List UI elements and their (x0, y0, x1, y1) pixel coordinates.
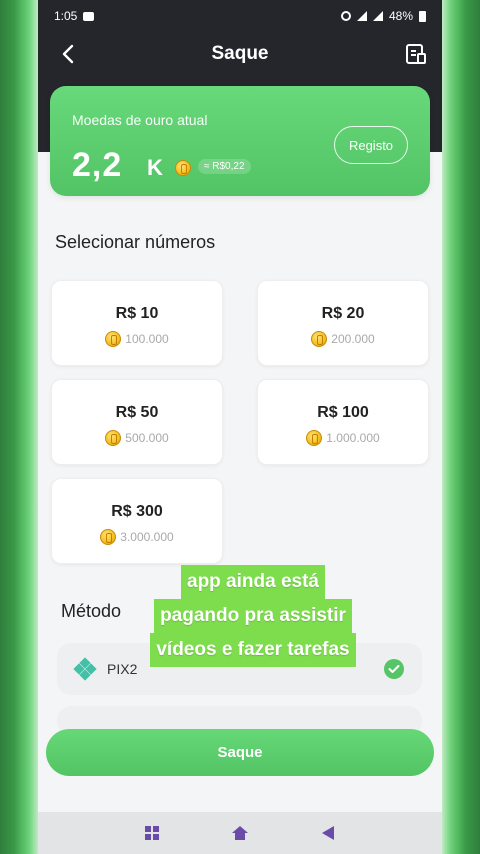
battery-icon (419, 10, 426, 22)
back-button[interactable] (54, 40, 82, 68)
option-coins: 200.000 (258, 331, 428, 347)
registo-label: Registo (348, 137, 394, 153)
saque-button[interactable]: Saque (46, 729, 434, 776)
nav-bar: Saque (38, 32, 442, 76)
option-r10[interactable]: R$ 10 100.000 (51, 280, 223, 366)
back-arrow-icon (62, 44, 74, 64)
caption-line: vídeos e fazer tarefas (150, 633, 356, 667)
caption-line: pagando pra assistir (154, 599, 352, 633)
home-icon (232, 826, 248, 840)
phone-screen: 1:05 48% Saque Moedas de ouro atual 2,2 … (38, 0, 442, 854)
option-coins: 100.000 (52, 331, 222, 347)
coin-icon (175, 160, 191, 176)
home-button[interactable] (228, 821, 252, 845)
document-icon (406, 44, 426, 64)
grid-icon (145, 826, 159, 840)
select-amount-title: Selecionar números (55, 232, 216, 252)
balance-label: Moedas de ouro atual (72, 112, 208, 128)
option-price: R$ 20 (321, 305, 365, 322)
option-r300[interactable]: R$ 300 3.000.000 (51, 478, 223, 564)
status-right: 48% (340, 9, 426, 23)
option-coins-value: 500.000 (125, 431, 169, 445)
back-nav-button[interactable] (316, 821, 340, 845)
status-time: 1:05 (54, 9, 78, 23)
saque-button-label: Saque (217, 744, 263, 761)
records-button[interactable] (402, 40, 430, 68)
balance-approx: ≈ R$0,22 (198, 159, 251, 174)
recent-apps-button[interactable] (140, 821, 164, 845)
balance-card: Moedas de ouro atual 2,2 K ≈ R$0,22 Regi… (50, 86, 430, 196)
balance-unit: K (147, 155, 163, 180)
battery-percent: 48% (388, 9, 413, 23)
option-coins: 3.000.000 (52, 529, 222, 545)
option-price: R$ 100 (317, 404, 369, 421)
registo-button[interactable]: Registo (334, 126, 408, 164)
coin-icon (105, 331, 122, 347)
coin-icon (306, 430, 323, 446)
system-nav-bar (38, 812, 442, 854)
option-coins-value: 200.000 (331, 332, 375, 346)
option-r50[interactable]: R$ 50 500.000 (51, 379, 223, 465)
option-coins-value: 100.000 (125, 332, 169, 346)
coin-icon (311, 331, 328, 347)
wifi-icon (356, 11, 367, 21)
coin-icon (100, 529, 117, 545)
back-triangle-icon (322, 826, 334, 840)
option-coins: 1.000.000 (258, 430, 428, 446)
status-bar: 1:05 48% (38, 0, 442, 32)
option-price: R$ 300 (111, 503, 163, 520)
coin-icon (105, 430, 122, 446)
check-icon (384, 659, 404, 679)
caption-line: app ainda está (181, 565, 325, 599)
video-caption-overlay: app ainda está pagando pra assistir víde… (128, 565, 378, 667)
option-price: R$ 10 (115, 305, 159, 322)
option-r20[interactable]: R$ 20 200.000 (257, 280, 429, 366)
alarm-icon (340, 11, 351, 21)
option-price: R$ 50 (115, 404, 159, 421)
message-icon (83, 11, 95, 21)
balance-amount: 2,2 (72, 146, 123, 184)
pix-icon (73, 657, 97, 681)
option-coins: 500.000 (52, 430, 222, 446)
option-r100[interactable]: R$ 100 1.000.000 (257, 379, 429, 465)
page-title: Saque (211, 43, 269, 64)
method-title: Método (61, 601, 122, 621)
option-coins-value: 1.000.000 (326, 431, 380, 445)
signal-icon (372, 11, 383, 21)
option-coins-value: 3.000.000 (120, 530, 174, 544)
